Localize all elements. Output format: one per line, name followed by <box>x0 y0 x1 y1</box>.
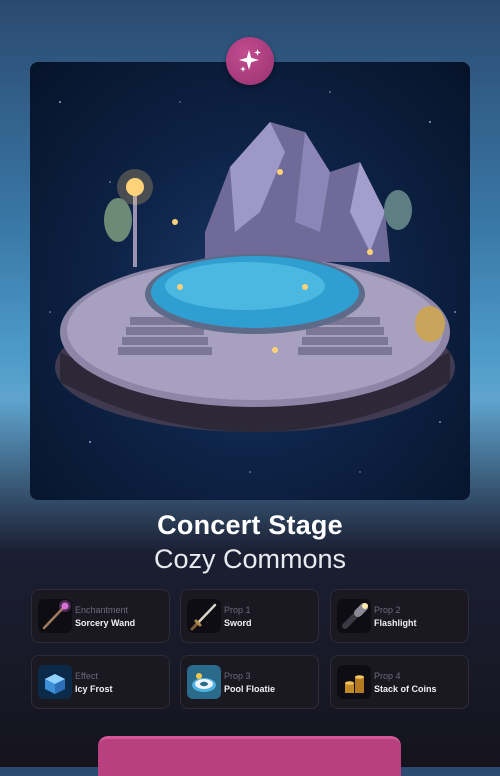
item-name: Pool Floatie <box>224 684 276 694</box>
item-category: Effect <box>75 671 98 681</box>
flashlight-icon <box>337 599 371 633</box>
page-title: Concert Stage <box>157 510 343 540</box>
floating-island-pool-icon <box>49 91 456 473</box>
item-name: Flashlight <box>374 618 417 628</box>
wand-icon <box>38 599 72 633</box>
coins-icon <box>337 665 371 699</box>
action-button[interactable] <box>98 736 401 776</box>
sparkles-icon <box>239 49 261 72</box>
item-name: Stack of Coins <box>374 684 437 694</box>
page-subtitle: Cozy Commons <box>153 544 347 574</box>
item-card-flashlight[interactable]: Prop 2 Flashlight <box>330 589 469 643</box>
pool-floatie-icon <box>187 665 221 699</box>
item-card-sorcery-wand[interactable]: Enchantment Sorcery Wand <box>31 589 170 643</box>
item-card-pool-floatie[interactable]: Prop 3 Pool Floatie <box>180 655 319 709</box>
item-category: Prop 3 <box>224 671 251 681</box>
sword-icon <box>187 599 221 633</box>
sparkles-badge <box>226 37 274 85</box>
item-name: Sorcery Wand <box>75 618 136 628</box>
item-category: Enchantment <box>75 605 129 615</box>
item-category: Prop 1 <box>224 605 251 615</box>
stage-artwork <box>30 62 470 500</box>
item-name: Icy Frost <box>75 684 113 694</box>
ice-cube-icon <box>38 665 72 699</box>
item-category: Prop 4 <box>374 671 401 681</box>
item-card-icy-frost[interactable]: Effect Icy Frost <box>31 655 170 709</box>
item-card-stack-of-coins[interactable]: Prop 4 Stack of Coins <box>330 655 469 709</box>
item-card-sword[interactable]: Prop 1 Sword <box>180 589 319 643</box>
item-name: Sword <box>224 618 252 628</box>
item-category: Prop 2 <box>374 605 401 615</box>
